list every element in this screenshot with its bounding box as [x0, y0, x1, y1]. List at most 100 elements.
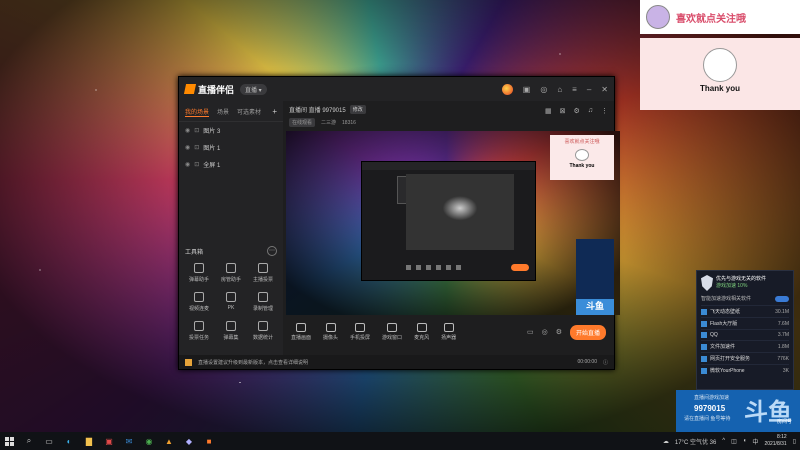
notification-icon[interactable]: ▯: [793, 438, 796, 445]
tool-video-link[interactable]: 视频连麦: [183, 292, 215, 312]
eye-icon[interactable]: ◉: [185, 144, 190, 151]
smart-accelerate-toggle-row: 智能加速游戏相关软件: [697, 295, 793, 302]
lock-icon[interactable]: ⊡: [194, 161, 199, 168]
eye-icon[interactable]: ◎: [542, 328, 548, 336]
chrome-icon[interactable]: ◉: [144, 436, 154, 446]
eye-icon[interactable]: ◉: [185, 161, 190, 168]
message-icon[interactable]: ▣: [523, 85, 531, 94]
photos-icon[interactable]: ▲: [164, 436, 174, 446]
tab-materials[interactable]: 可选素材: [237, 107, 261, 117]
volume-icon[interactable]: ◖: [743, 438, 747, 444]
close-icon[interactable]: ✕: [601, 85, 608, 94]
warning-icon: [185, 358, 192, 366]
bell-icon[interactable]: ♫: [588, 107, 593, 115]
tool-room-manager[interactable]: 房管助手: [215, 263, 247, 283]
streaming-app-taskbar-icon[interactable]: ■: [204, 436, 214, 446]
task-icon: [194, 321, 204, 331]
network-icon[interactable]: ◫: [731, 438, 737, 445]
weather-text[interactable]: 17°C 空气优 36: [675, 437, 716, 446]
room-category[interactable]: 在线观看: [289, 118, 316, 127]
list-item[interactable]: 网页打开安全服务 776K: [701, 352, 789, 364]
scene-item[interactable]: ◉ ⊡ 图片 1: [179, 139, 283, 156]
source-phone-button[interactable]: 手机投屏: [350, 323, 370, 341]
mascot-icon: [703, 48, 737, 82]
app-icon[interactable]: ◆: [184, 436, 194, 446]
edit-room-button[interactable]: 修改: [349, 105, 366, 114]
toolbox-more-button[interactable]: ⋯: [267, 246, 277, 256]
app-icon: [701, 332, 707, 338]
tab-my-scene[interactable]: 我的场景: [185, 107, 210, 117]
tray-chevron-icon[interactable]: ^: [722, 438, 725, 444]
source-game-button[interactable]: 游戏窗口: [382, 323, 402, 341]
tab-scene[interactable]: 场景: [217, 107, 229, 117]
tool-task[interactable]: 投票任务: [183, 321, 215, 341]
settings-icon[interactable]: ⚙: [573, 107, 579, 115]
list-item[interactable]: QQ 3.7M: [701, 329, 789, 340]
eye-icon[interactable]: ◉: [185, 127, 190, 134]
user-avatar[interactable]: [501, 83, 513, 95]
list-item[interactable]: 飞天动态壁纸 30.1M: [701, 305, 789, 317]
scene-item[interactable]: ◉ ⊡ 图片 3: [179, 122, 283, 139]
weather-icon[interactable]: ☁: [663, 438, 669, 445]
streaming-app-window: 直播伴侣 直播 ▾ ▣ ◎ ⌂ ≡ – ✕ 我的场景 场景 可选素材 + ◉ ⊡ 图…: [178, 76, 620, 370]
source-toolbar: 直播画面 摄像头 手机投屏 游戏窗口 麦克风 扬声器 ▭ ◎ ⚙ 开始直播: [283, 317, 614, 347]
clock[interactable]: 8:12 2021/8/31: [764, 434, 786, 448]
live-preview-canvas[interactable]: 喜欢就点关注哦 Thank you 斗鱼: [286, 131, 620, 315]
file-explorer-icon[interactable]: ▇: [84, 436, 94, 446]
mail-icon[interactable]: ✉: [124, 436, 134, 446]
ime-icon[interactable]: 中: [752, 437, 758, 446]
lock-icon[interactable]: ⊡: [194, 144, 199, 151]
monitor-icon: [296, 323, 306, 332]
start-button[interactable]: [4, 436, 14, 446]
more-icon[interactable]: ⋮: [601, 107, 608, 115]
game-icon: [387, 323, 398, 332]
toolbox-title: 工具箱: [185, 249, 204, 256]
tool-stats[interactable]: 数据统计: [247, 321, 279, 341]
scene-item[interactable]: ◉ ⊡ 全屏 1: [179, 156, 283, 173]
add-scene-button[interactable]: +: [272, 107, 277, 117]
calendar-icon: [226, 321, 236, 331]
tool-record[interactable]: 录制管理: [247, 292, 279, 312]
status-message[interactable]: 直播设置建议升级到最新版本，点击查看详细说明: [198, 359, 308, 366]
nested-app-preview: [361, 161, 536, 281]
app-name: 直播伴侣: [198, 84, 235, 95]
record-icon[interactable]: ▭: [527, 328, 534, 336]
smart-accelerate-toggle[interactable]: [775, 295, 789, 302]
mode-dropdown[interactable]: 直播 ▾: [240, 83, 267, 95]
info-icon[interactable]: ⓘ: [603, 359, 608, 366]
lock-icon[interactable]: ⊡: [194, 127, 199, 134]
tool-vote[interactable]: 主播投票: [247, 263, 279, 283]
tool-danmaku-set[interactable]: 弹幕集: [215, 321, 247, 341]
nested-live-button: [511, 264, 529, 271]
gift-icon[interactable]: ⌂: [557, 85, 562, 94]
stats-icon: [258, 321, 268, 331]
gear-icon[interactable]: ⚙: [556, 328, 562, 336]
start-live-button[interactable]: 开始直播: [569, 324, 606, 340]
source-screen-button[interactable]: 直播画面: [291, 323, 311, 341]
task-view-icon[interactable]: ▭: [44, 436, 54, 446]
popup-title: 优先与游戏无关的软件: [716, 276, 767, 282]
preview-follow-card: 喜欢就点关注哦 Thank you: [550, 135, 614, 180]
minimize-icon[interactable]: –: [587, 85, 591, 94]
tool-danmaku[interactable]: 弹幕助手: [183, 263, 215, 283]
microphone-button[interactable]: 麦克风: [414, 323, 429, 341]
room-info-bar: 直播间 直播 9979015 修改 在线观看 二三游 18316 ▦ ⊠ ⚙ ♫…: [283, 101, 614, 131]
app-icon: [701, 308, 707, 315]
lock-scene-icon[interactable]: ⊠: [560, 107, 566, 115]
source-camera-button[interactable]: 摄像头: [323, 323, 338, 341]
menu-icon[interactable]: ≡: [572, 85, 577, 94]
list-item[interactable]: Flash大厅版 7.6M: [701, 317, 789, 329]
skin-icon[interactable]: ◎: [540, 85, 547, 94]
speaker-button[interactable]: 扬声器: [441, 323, 456, 341]
cat-avatar-icon: [646, 5, 670, 29]
edge-icon[interactable]: ◐: [64, 436, 74, 446]
search-icon[interactable]: ⌕: [24, 436, 34, 446]
popup-subtitle: 游戏加速 10%: [716, 283, 748, 289]
list-item[interactable]: 微软YourPhone 3K: [701, 364, 789, 376]
list-item[interactable]: 文件加速件 1.8M: [701, 340, 789, 352]
app-logo: 直播伴侣: [183, 83, 235, 96]
thank-you-overlay-card: Thank you: [640, 38, 800, 110]
tool-pk[interactable]: PK: [215, 292, 247, 312]
layout-icon[interactable]: ▦: [545, 107, 552, 115]
store-icon[interactable]: ▣: [104, 436, 114, 446]
